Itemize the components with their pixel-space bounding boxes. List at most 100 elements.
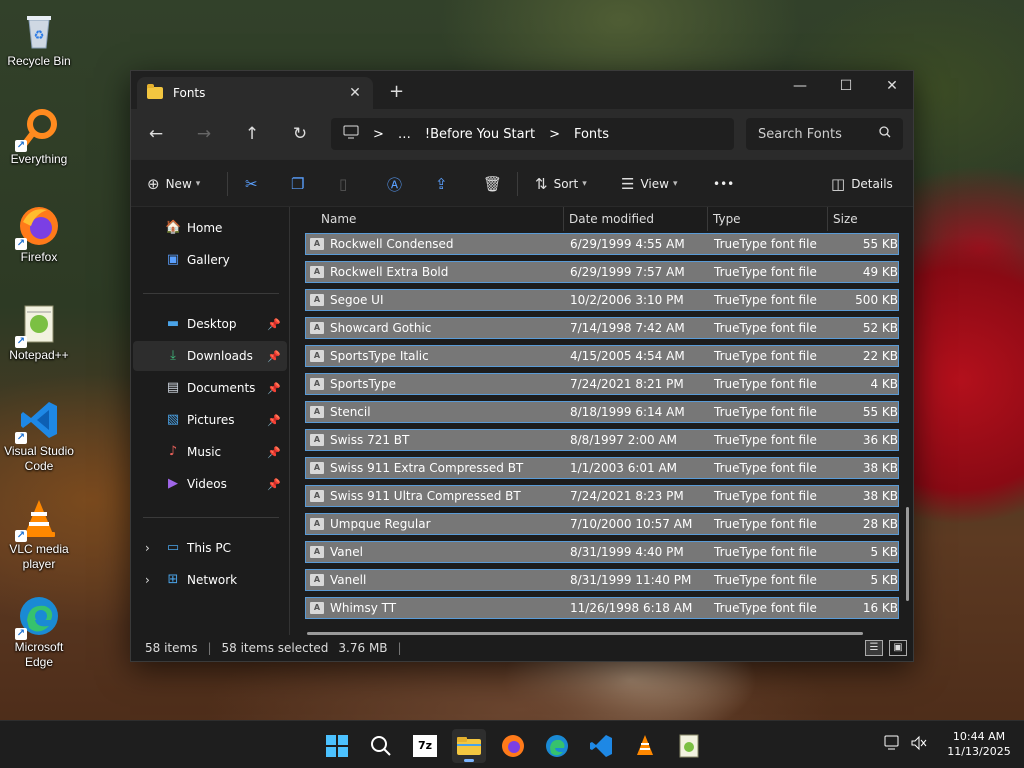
chevron-right-icon[interactable]: › (145, 541, 150, 555)
volume-muted-icon[interactable] (910, 735, 928, 755)
taskbar-file-explorer[interactable] (452, 729, 486, 763)
toolbar-divider (227, 172, 228, 196)
taskbar-notepadpp[interactable] (672, 729, 706, 763)
copy-button[interactable]: ❐ (291, 172, 310, 196)
minimize-button[interactable]: — (777, 71, 823, 101)
sidebar-item-this-pc[interactable]: › ▭ This PC (133, 533, 287, 563)
taskbar-edge[interactable] (540, 729, 574, 763)
pin-icon[interactable]: 📌 (267, 478, 281, 491)
navigation-pane: 🏠 Home ▣ Gallery ▬ Desktop 📌 ⤓ Downloads… (131, 207, 289, 637)
desktop-icon-vlc[interactable]: ↗ VLC media player (2, 496, 76, 572)
pin-icon[interactable]: 📌 (267, 350, 281, 363)
share-button[interactable]: ⇪ (435, 172, 454, 196)
file-date: 8/31/1999 11:40 PM (570, 573, 692, 587)
sidebar-item-downloads[interactable]: ⤓ Downloads 📌 (133, 341, 287, 371)
desktop-icon-edge[interactable]: ↗ Microsoft Edge (2, 594, 76, 670)
table-row[interactable]: A Vanel 8/31/1999 4:40 PM TrueType font fil… (305, 541, 899, 563)
network-icon: ⊞ (167, 572, 179, 587)
delete-button[interactable]: 🗑 (483, 172, 508, 196)
sidebar-item-network[interactable]: › ⊞ Network (133, 565, 287, 595)
breadcrumb-fonts[interactable]: Fonts (574, 127, 609, 142)
tab-bar: Fonts ✕ + — ☐ ✕ (131, 71, 913, 109)
file-name: Swiss 721 BT (330, 433, 410, 447)
desktop-icon-vscode[interactable]: ↗ Visual Studio Code (2, 398, 76, 474)
sidebar-item-desktop[interactable]: ▬ Desktop 📌 (133, 309, 287, 339)
pin-icon[interactable]: 📌 (267, 446, 281, 459)
start-button[interactable] (320, 729, 354, 763)
table-row[interactable]: A Whimsy TT 11/26/1998 6:18 AM TrueType fon… (305, 597, 899, 619)
table-row[interactable]: A Segoe UI 10/2/2006 3:10 PM TrueType font … (305, 289, 899, 311)
desktop-icon-recycle-bin[interactable]: ♻ Recycle Bin (2, 8, 76, 69)
table-row[interactable]: A Showcard Gothic 7/14/1998 7:42 AM TrueTyp… (305, 317, 899, 339)
vertical-scrollbar[interactable] (906, 507, 909, 601)
column-header: Name ⌃ Date modified Type Size (291, 207, 913, 231)
view-button[interactable]: ☰ View ▾ (621, 172, 677, 196)
back-button[interactable]: ← (143, 121, 169, 147)
table-row[interactable]: A Stencil 8/18/1999 6:14 AM TrueType font f… (305, 401, 899, 423)
table-row[interactable]: A Swiss 911 Extra Compressed BT 1/1/2003 6… (305, 457, 899, 479)
column-divider[interactable] (827, 207, 828, 231)
network-tray-icon[interactable] (884, 735, 902, 755)
taskbar-vlc[interactable] (628, 729, 662, 763)
refresh-button[interactable]: ↻ (287, 121, 313, 147)
sort-button[interactable]: ⇅ Sort ▾ (535, 172, 587, 196)
up-button[interactable]: ↑ (239, 121, 265, 147)
column-name[interactable]: Name (321, 212, 356, 226)
column-divider[interactable] (563, 207, 564, 231)
pin-icon[interactable]: 📌 (267, 318, 281, 331)
table-row[interactable]: A Vanell 8/31/1999 11:40 PM TrueType font f… (305, 569, 899, 591)
search-input[interactable]: Search Fonts (746, 118, 903, 150)
table-row[interactable]: A Swiss 911 Ultra Compressed BT 7/24/2021 … (305, 485, 899, 507)
table-row[interactable]: A Umpque Regular 7/10/2000 10:57 AM TrueTyp… (305, 513, 899, 535)
new-button[interactable]: ⊕ New ▾ (147, 172, 200, 196)
column-divider[interactable] (707, 207, 708, 231)
desktop-icon-everything[interactable]: ↗ Everything (2, 106, 76, 167)
new-tab-button[interactable]: + (389, 81, 404, 102)
sidebar-item-gallery[interactable]: ▣ Gallery (133, 245, 287, 275)
close-tab-icon[interactable]: ✕ (347, 85, 363, 101)
file-list: Name ⌃ Date modified Type Size A Rockwell… (291, 207, 913, 637)
details-view-icon[interactable]: ☰ (865, 640, 883, 656)
address-bar[interactable]: > … !Before You Start > Fonts (331, 118, 734, 150)
desktop-icon-notepadpp[interactable]: ↗ Notepad++ (2, 302, 76, 363)
table-row[interactable]: A Swiss 721 BT 8/8/1997 2:00 AM TrueType fo… (305, 429, 899, 451)
column-type[interactable]: Type (713, 212, 741, 226)
paste-button[interactable]: ▯ (339, 172, 353, 196)
table-row[interactable]: A Rockwell Extra Bold 6/29/1999 7:57 AM Tru… (305, 261, 899, 283)
forward-button[interactable]: → (191, 121, 217, 147)
rename-icon: Ⓐ (387, 175, 403, 194)
chevron-right-icon[interactable]: › (145, 573, 150, 587)
table-row[interactable]: A SportsType 7/24/2021 8:21 PM TrueType fon… (305, 373, 899, 395)
breadcrumb-overflow[interactable]: … (398, 127, 411, 142)
chevron-down-icon: ▾ (582, 179, 587, 189)
desktop-icon-label: Recycle Bin (7, 54, 71, 68)
cut-button[interactable]: ✂ (245, 172, 264, 196)
sidebar-item-music[interactable]: ♪ Music 📌 (133, 437, 287, 467)
taskbar-firefox[interactable] (496, 729, 530, 763)
table-row[interactable]: A Rockwell Condensed 6/29/1999 4:55 AM True… (305, 233, 899, 255)
taskbar-7zip[interactable]: 7z (408, 729, 442, 763)
sidebar-item-videos[interactable]: ▶ Videos 📌 (133, 469, 287, 499)
breadcrumb-before-you-start[interactable]: !Before You Start (425, 127, 535, 142)
clock[interactable]: 10:44 AM 11/13/2025 (938, 729, 1020, 759)
rename-button[interactable]: Ⓐ (387, 172, 408, 196)
pin-icon[interactable]: 📌 (267, 414, 281, 427)
tiles-view-icon[interactable]: ▣ (889, 640, 907, 656)
column-size[interactable]: Size (833, 212, 858, 226)
taskbar-vscode[interactable] (584, 729, 618, 763)
more-options-button[interactable]: ••• (713, 172, 734, 196)
column-date-modified[interactable]: Date modified (569, 212, 654, 226)
maximize-button[interactable]: ☐ (823, 71, 869, 101)
sidebar-item-pictures[interactable]: ▧ Pictures 📌 (133, 405, 287, 435)
pin-icon[interactable]: 📌 (267, 382, 281, 395)
tab-fonts[interactable]: Fonts ✕ (137, 77, 373, 109)
notepadpp-icon (679, 734, 699, 758)
search-taskbar-button[interactable] (364, 729, 398, 763)
sidebar-item-documents[interactable]: ▤ Documents 📌 (133, 373, 287, 403)
pane-divider[interactable] (289, 207, 290, 637)
table-row[interactable]: A SportsType Italic 4/15/2005 4:54 AM TrueT… (305, 345, 899, 367)
details-button[interactable]: ◫ Details (831, 172, 893, 196)
desktop-icon-firefox[interactable]: ↗ Firefox (2, 204, 76, 265)
close-button[interactable]: ✕ (869, 71, 915, 101)
sidebar-item-home[interactable]: 🏠 Home (133, 213, 287, 243)
